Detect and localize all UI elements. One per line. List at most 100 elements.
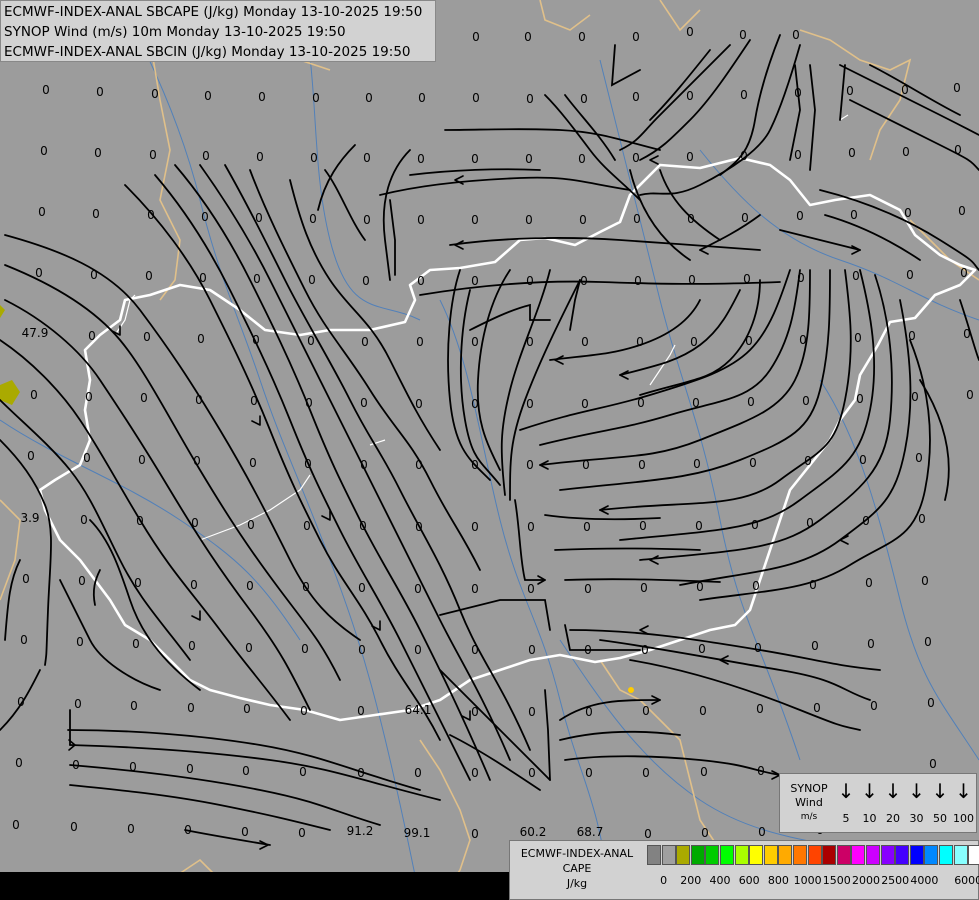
cin-value-label: 0 bbox=[471, 274, 479, 288]
cin-value-label: 0 bbox=[929, 757, 937, 771]
cin-value-label: 0 bbox=[642, 766, 650, 780]
synop-legend-label: SYNOP Wind m/s bbox=[784, 782, 834, 824]
wind-speed-value: 100 bbox=[953, 812, 974, 825]
cin-value-label: 0 bbox=[365, 91, 373, 105]
cin-value-label: 0 bbox=[580, 92, 588, 106]
cin-value-label: 0 bbox=[471, 643, 479, 657]
cin-value-label: 0 bbox=[361, 335, 369, 349]
cin-value-label: 0 bbox=[758, 825, 766, 839]
synop-legend-unit: m/s bbox=[800, 812, 818, 822]
cin-value-label: 0 bbox=[578, 30, 586, 44]
cape-legend-subtitle: CAPE bbox=[562, 862, 592, 875]
cape-tick-label: 800 bbox=[767, 874, 789, 887]
cin-value-label: 0 bbox=[867, 637, 875, 651]
cin-value-label: 68.7 bbox=[577, 825, 604, 839]
cin-value-label: 0 bbox=[190, 578, 198, 592]
cin-value-label: 0 bbox=[88, 329, 96, 343]
cin-value-label: 0 bbox=[359, 519, 367, 533]
cin-value-label: 0 bbox=[578, 152, 586, 166]
cin-value-label: 0 bbox=[848, 146, 856, 160]
cin-value-label: 0 bbox=[581, 335, 589, 349]
cin-value-label: 0 bbox=[756, 702, 764, 716]
cin-value-label: 60.2 bbox=[520, 825, 547, 839]
cape-tick-label: 400 bbox=[709, 874, 731, 887]
cin-value-label: 0 bbox=[739, 28, 747, 42]
cin-value-label: 0 bbox=[528, 705, 536, 719]
cin-value-label: 0 bbox=[854, 331, 862, 345]
wind-speed-value: 10 bbox=[862, 812, 877, 825]
cin-value-label: 0 bbox=[525, 213, 533, 227]
cape-color-swatch bbox=[909, 845, 924, 865]
cin-value-label: 0 bbox=[20, 633, 28, 647]
cin-value-label: 0 bbox=[634, 274, 642, 288]
cin-value-label: 64.1 bbox=[405, 703, 432, 717]
cin-value-label: 0 bbox=[870, 699, 878, 713]
cin-value-label: 0 bbox=[693, 457, 701, 471]
cin-value-label: 0 bbox=[202, 149, 210, 163]
wind-arrow-icon: ↓ bbox=[931, 779, 949, 803]
cin-value-label: 0 bbox=[794, 148, 802, 162]
cin-value-label: 0 bbox=[799, 333, 807, 347]
cin-value-label: 0 bbox=[698, 642, 706, 656]
cin-value-label: 0 bbox=[966, 388, 974, 402]
cin-value-label: 0 bbox=[584, 643, 592, 657]
weather-map: 0 0 0 0 0 0 0 0 0 0 0 0 0 0 0 0 0 0 0 0 0 0 0 0 0 0 0 0 0 0 0 0 0 0 0 0 0 0 0 0… bbox=[0, 0, 979, 900]
cin-value-label: 0 bbox=[416, 335, 424, 349]
cin-value-label: 0 bbox=[252, 333, 260, 347]
cape-patch bbox=[628, 687, 634, 693]
cin-value-label: 0 bbox=[692, 396, 700, 410]
cin-value-label: 0 bbox=[754, 641, 762, 655]
cin-value-label: 0 bbox=[690, 335, 698, 349]
cin-value-label: 0 bbox=[129, 760, 137, 774]
cape-color-swatch bbox=[836, 845, 851, 865]
cin-value-label: 0 bbox=[636, 335, 644, 349]
cin-value-label: 0 bbox=[906, 268, 914, 282]
cin-value-label: 0 bbox=[247, 518, 255, 532]
cape-color-swatch bbox=[880, 845, 895, 865]
cin-value-label: 0 bbox=[136, 514, 144, 528]
cape-tick-label: 4000 bbox=[910, 874, 939, 887]
cin-value-label: 0 bbox=[813, 701, 821, 715]
cin-value-label: 0 bbox=[743, 272, 751, 286]
cin-value-label: 0 bbox=[745, 334, 753, 348]
cin-value-label: 0 bbox=[22, 572, 30, 586]
cape-color-swatch bbox=[807, 845, 822, 865]
cin-value-label: 0 bbox=[191, 516, 199, 530]
cin-value-label: 0 bbox=[132, 637, 140, 651]
cape-color-swatch bbox=[720, 845, 734, 865]
cin-value-label: 0 bbox=[585, 705, 593, 719]
cin-value-label: 0 bbox=[414, 766, 422, 780]
cin-value-label: 0 bbox=[83, 451, 91, 465]
cin-value-label: 91.2 bbox=[347, 824, 374, 838]
cin-value-label: 0 bbox=[197, 332, 205, 346]
cin-value-label: 0 bbox=[953, 81, 961, 95]
cin-value-label: 0 bbox=[757, 764, 765, 778]
cin-value-label: 0 bbox=[35, 266, 43, 280]
cin-value-label: 0 bbox=[27, 449, 35, 463]
cape-legend-title: ECMWF-INDEX-ANAL bbox=[520, 847, 634, 860]
cin-value-label: 0 bbox=[809, 578, 817, 592]
cin-value-label: 0 bbox=[414, 582, 422, 596]
cin-value-label: 0 bbox=[94, 146, 102, 160]
cape-tick-label: 1500 bbox=[822, 874, 851, 887]
wind-arrow-icon: ↓ bbox=[837, 779, 855, 803]
cape-color-swatch bbox=[866, 845, 880, 865]
cin-value-label: 0 bbox=[862, 514, 870, 528]
cin-value-label: 0 bbox=[865, 576, 873, 590]
wind-speed-value: 5 bbox=[842, 812, 850, 825]
cape-color-swatch bbox=[822, 845, 837, 865]
cape-tick-label: 200 bbox=[680, 874, 702, 887]
cin-value-label: 0 bbox=[472, 30, 480, 44]
cin-value-label: 0 bbox=[96, 85, 104, 99]
cin-value-label: 0 bbox=[642, 704, 650, 718]
cin-value-label: 0 bbox=[70, 820, 78, 834]
cin-value-label: 0 bbox=[638, 458, 646, 472]
cin-value-label: 0 bbox=[12, 818, 20, 832]
synop-legend-title: SYNOP bbox=[790, 782, 828, 795]
cin-value-label: 0 bbox=[42, 83, 50, 97]
cin-value-label: 0 bbox=[199, 271, 207, 285]
cin-value-label: 0 bbox=[187, 701, 195, 715]
cin-value-label: 0 bbox=[921, 574, 929, 588]
wind-arrow-icon: ↓ bbox=[884, 779, 902, 803]
cin-value-label: 0 bbox=[145, 269, 153, 283]
